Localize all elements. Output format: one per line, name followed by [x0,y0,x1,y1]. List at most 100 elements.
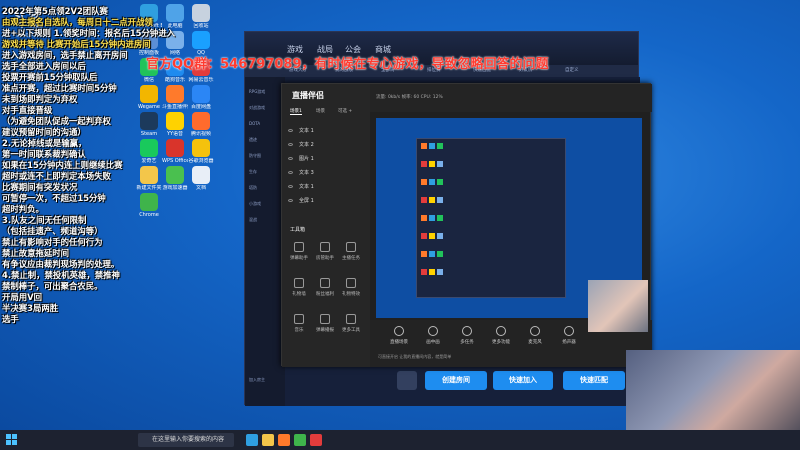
douyu-taskbar-icon[interactable] [278,434,290,446]
edge-taskbar-icon[interactable] [246,434,258,446]
overlay-line: 有争议应由裁判现场判的处理。 [2,259,120,269]
quick-match-button[interactable]: 快速匹配 [563,371,625,390]
tool-icon [346,278,356,288]
overlay-line: 半决赛3局两胜 [2,303,59,313]
game-sidebar-item[interactable]: RPG游戏 [249,89,265,95]
desktop-icon[interactable]: 百度网盘 [188,85,214,110]
tool-label: 粉丝福利 [316,292,334,297]
tab-scene[interactable]: 场景 [316,108,325,114]
stream-source-item[interactable]: 文本 1 [288,182,364,192]
desktop-icon[interactable]: Wegame [136,85,162,110]
stream-tool-button[interactable]: 粉丝福利 [314,278,336,297]
desktop-icon[interactable]: 文档 [188,166,214,191]
stream-bottom-button[interactable]: 麦克风 [524,326,546,345]
desktop-icon[interactable]: 爱奇艺 [136,139,162,164]
stream-bottom-button[interactable]: 画中画 [422,326,444,345]
stream-tool-button[interactable]: 弹幕播报 [314,314,336,333]
desktop-icon[interactable]: YY语音 [162,112,188,137]
mini-desktop-icon [429,215,435,221]
game-sidebar-item[interactable]: 对战游戏 [249,105,265,111]
quick-join-button[interactable]: 快速加入 [493,371,553,390]
overlay-line: 选手全部进入房间以后 [2,61,86,71]
desktop-icon[interactable]: WPS Office [162,139,188,164]
overlay-line: 2022年第5点领2V2团队赛 [2,6,108,16]
join-host-button[interactable]: 加入房主 [249,377,265,383]
desktop-icon[interactable]: 谷歌浏览器 [188,139,214,164]
stream-tool-button[interactable]: 弹幕助手 [288,242,310,261]
stream-top-bar: 流量: 0kb/s 帧率: 60 CPU: 12% [370,84,652,112]
game-sidebar-item[interactable]: 混战 [249,217,257,223]
folder-taskbar-icon[interactable] [262,434,274,446]
eye-icon[interactable] [288,171,293,174]
desktop-icon[interactable]: 斗鱼直播伴侣 [162,85,188,110]
stream-tool-button[interactable]: 更多工具 [340,314,362,333]
stream-tool-button[interactable]: 礼物墙 [288,278,310,297]
app-icon [192,112,210,130]
mini-desktop-icon [429,251,435,257]
back-button[interactable] [397,371,417,390]
desktop-icon[interactable]: 新建文件夹 [136,166,162,191]
mini-desktop-icon [437,269,443,275]
overlay-line: 可暂停一次，不超过15分钟 [2,193,106,203]
stream-source-item[interactable]: 文本 2 [288,140,364,150]
overlay-line: 游戏并等待 比赛开始后15分钟内进房间 [2,39,151,49]
overlay-line: 进入游戏房间，选手禁止离开房间 [2,50,128,60]
game-taskbar-icon[interactable] [310,434,322,446]
nested-preview [416,138,566,298]
stream-tool-button[interactable]: 礼物特效 [340,278,362,297]
tool-icon [320,314,330,324]
control-label: 直播场景 [390,340,408,345]
control-icon [428,326,438,336]
taskbar-search-box[interactable]: 在这里输入你要搜索的内容 [138,433,234,447]
toolbox-title: 工具箱 [290,227,306,233]
eye-icon[interactable] [288,129,293,132]
control-icon [394,326,404,336]
mini-desktop-icon [437,215,443,221]
desktop-icon[interactable]: Chrome [136,193,162,218]
tab-scene-1[interactable]: 场景1 [290,108,302,115]
stream-source-item[interactable]: 图片 1 [288,154,364,164]
stream-source-item[interactable]: 文本 3 [288,168,364,178]
stream-rules-overlay: 斗鱼 9980447 2022年第5点领2V2团队赛 由观主报名自选队，每周日十二… [0,0,175,330]
control-icon [462,326,472,336]
stream-bottom-button[interactable]: 扬声器 [558,326,580,345]
eye-icon[interactable] [288,185,293,188]
eye-icon[interactable] [288,143,293,146]
mini-desktop-icon [437,251,443,257]
game-sidebar-item[interactable]: 生存 [249,169,257,175]
desktop-icon-label: Steam [140,131,158,137]
mini-desktop-icon [421,179,427,185]
eye-icon[interactable] [288,199,293,202]
stream-bottom-button[interactable]: 直播场景 [388,326,410,345]
windows-start-button[interactable] [6,434,18,446]
desktop-icon[interactable]: 此电脑 [162,4,188,29]
overlay-line: 对手直接晋级 [2,105,53,115]
create-room-button[interactable]: 创建房间 [425,371,487,390]
game-sidebar-item[interactable]: 小游戏 [249,201,261,207]
chrome-taskbar-icon[interactable] [294,434,306,446]
desktop-icon[interactable]: 回收站 [188,4,214,29]
game-sidebar-item[interactable]: 塔防 [249,185,257,191]
stream-bottom-button[interactable]: 更多功能 [490,326,512,345]
eye-icon[interactable] [288,157,293,160]
stream-source-label: 全屏 1 [299,198,314,204]
game-sidebar-item[interactable]: 遗迹 [249,137,257,143]
app-icon [140,112,158,130]
desktop-icon[interactable]: 腾讯视频 [188,112,214,137]
tool-label: 礼物特效 [342,292,360,297]
stream-tool-button[interactable]: 主播任务 [340,242,362,261]
desktop-icon[interactable]: 游戏加速器 [162,166,188,191]
game-sidebar-item[interactable]: DOTA [249,121,260,126]
stream-source-item[interactable]: 文本 1 [288,126,364,136]
stream-tool-button[interactable]: 房管助手 [314,242,336,261]
desktop-icon[interactable]: Steam [136,112,162,137]
game-subnav-item[interactable]: 自定义 [565,67,579,73]
desktop-icon-label: 回收站 [193,23,209,29]
game-sidebar-item[interactable]: 防守图 [249,153,261,159]
stream-source-item[interactable]: 全屏 1 [288,196,364,206]
tool-icon [320,278,330,288]
tab-add-scene[interactable]: 可选 + [338,108,352,114]
overlay-line: 4.禁止制，禁投机英雄，禁推神 [2,270,120,280]
stream-bottom-button[interactable]: 多任务 [456,326,478,345]
stream-tool-button[interactable]: 音乐 [288,314,310,333]
